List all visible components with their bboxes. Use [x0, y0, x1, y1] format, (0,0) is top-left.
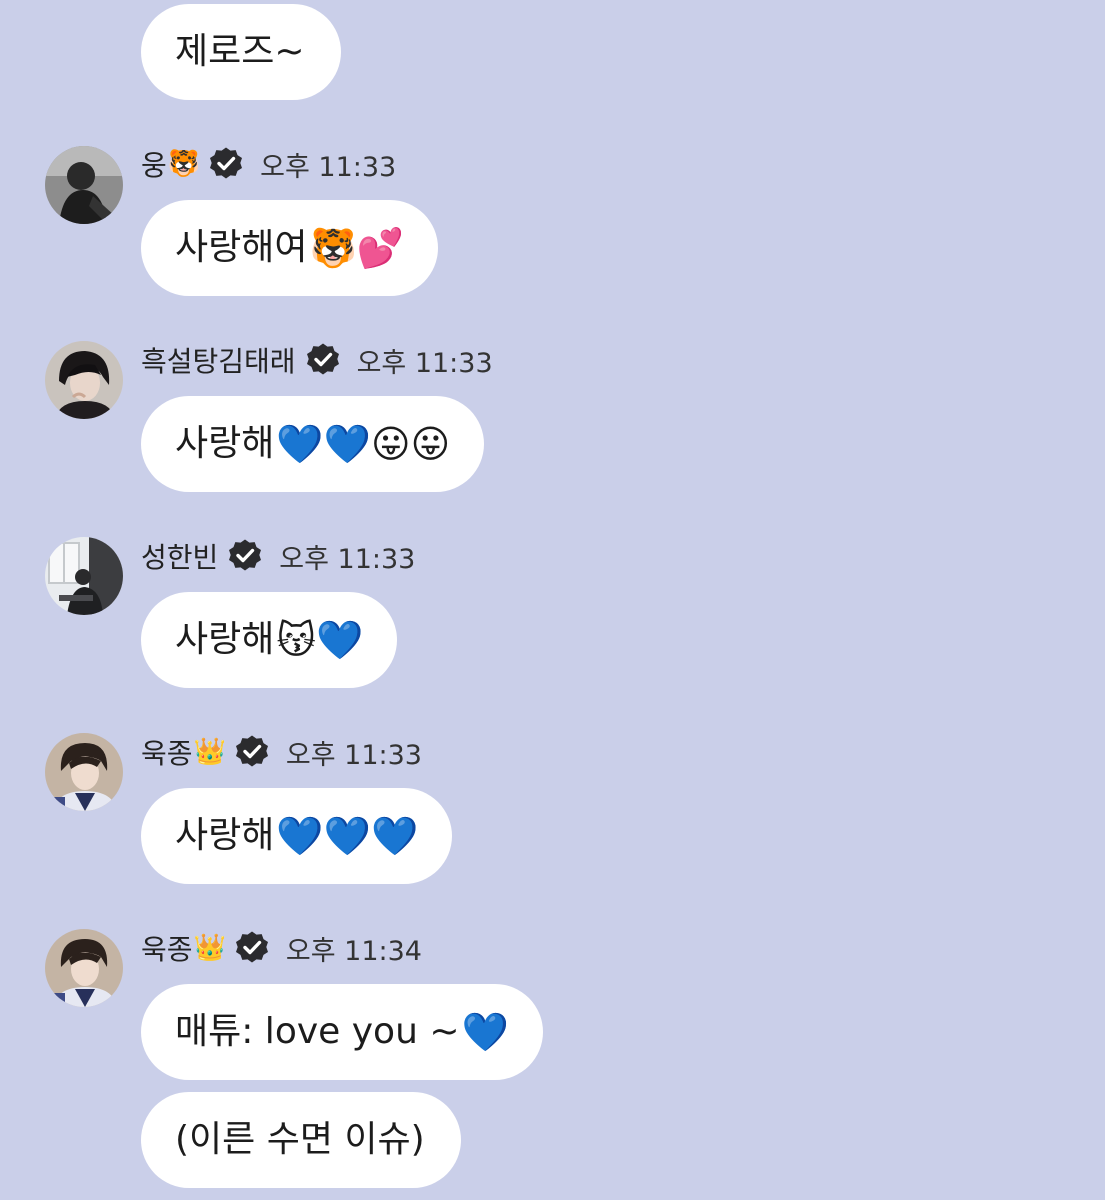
verified-badge-icon	[227, 538, 263, 574]
verified-badge-icon	[234, 734, 270, 770]
message-header: 욱종 👑 오후 11:34	[141, 928, 422, 968]
verified-badge-icon	[305, 342, 341, 378]
chat-bubble[interactable]: 사랑해 😽💙	[141, 592, 398, 688]
user-name-emoji: 👑	[193, 933, 226, 963]
avatar[interactable]	[45, 929, 123, 1007]
avatar[interactable]	[45, 537, 123, 615]
message-time: 오후 11:33	[356, 347, 493, 379]
chat-bubble[interactable]: 매튜: love you ~ 💙	[141, 984, 543, 1080]
user-name-emoji: 🐯	[167, 149, 201, 179]
user-name[interactable]: 흑설탕김태래	[141, 340, 296, 380]
bubble-emoji: 🐯💕	[309, 226, 405, 270]
bubble-text: 사랑해	[175, 815, 275, 856]
chat-bubble[interactable]: 사랑해 💙💙💙	[141, 788, 453, 884]
message-header: 욱종 👑 오후 11:33	[141, 732, 422, 772]
bubble-emoji: 😽💙	[276, 618, 364, 662]
bubble-text: 매튜: love you ~	[175, 1011, 460, 1052]
message-header: 성한빈 오후 11:33	[141, 536, 415, 576]
user-name-emoji: 👑	[193, 737, 226, 767]
verified-badge-icon	[208, 146, 244, 182]
verified-badge-icon	[234, 930, 270, 966]
bubble-emoji: 💙💙💙	[276, 814, 419, 858]
message-header: 흑설탕김태래 오후 11:33	[141, 340, 493, 380]
avatar[interactable]	[45, 341, 123, 419]
bubble-text: 사랑해	[175, 619, 275, 660]
message-header: 웅 🐯 오후 11:33	[141, 144, 396, 184]
bubble-text: (이른 수면 이슈)	[175, 1119, 425, 1160]
user-name[interactable]: 욱종	[141, 928, 193, 968]
message-time: 오후 11:33	[279, 543, 416, 575]
user-name[interactable]: 웅	[141, 144, 167, 184]
bubble-text: 사랑해	[175, 423, 275, 464]
bubble-text: 제로즈~	[175, 31, 305, 72]
message-time: 오후 11:34	[285, 935, 422, 967]
user-name[interactable]: 성한빈	[141, 536, 218, 576]
chat-bubble[interactable]: 사랑해여 🐯💕	[141, 200, 439, 296]
message-time: 오후 11:33	[260, 151, 397, 183]
avatar[interactable]	[45, 733, 123, 811]
chat-bubble[interactable]: (이른 수면 이슈)	[141, 1092, 461, 1188]
message-time: 오후 11:33	[285, 739, 422, 771]
avatar[interactable]	[45, 146, 123, 224]
bubble-emoji: 💙	[461, 1010, 509, 1054]
chat-bubble[interactable]: 제로즈~	[141, 4, 341, 100]
bubble-text: 사랑해여	[175, 227, 308, 268]
user-name[interactable]: 욱종	[141, 732, 193, 772]
bubble-emoji: 💙💙😛😛	[276, 422, 451, 466]
chat-bubble[interactable]: 사랑해 💙💙😛😛	[141, 396, 485, 492]
